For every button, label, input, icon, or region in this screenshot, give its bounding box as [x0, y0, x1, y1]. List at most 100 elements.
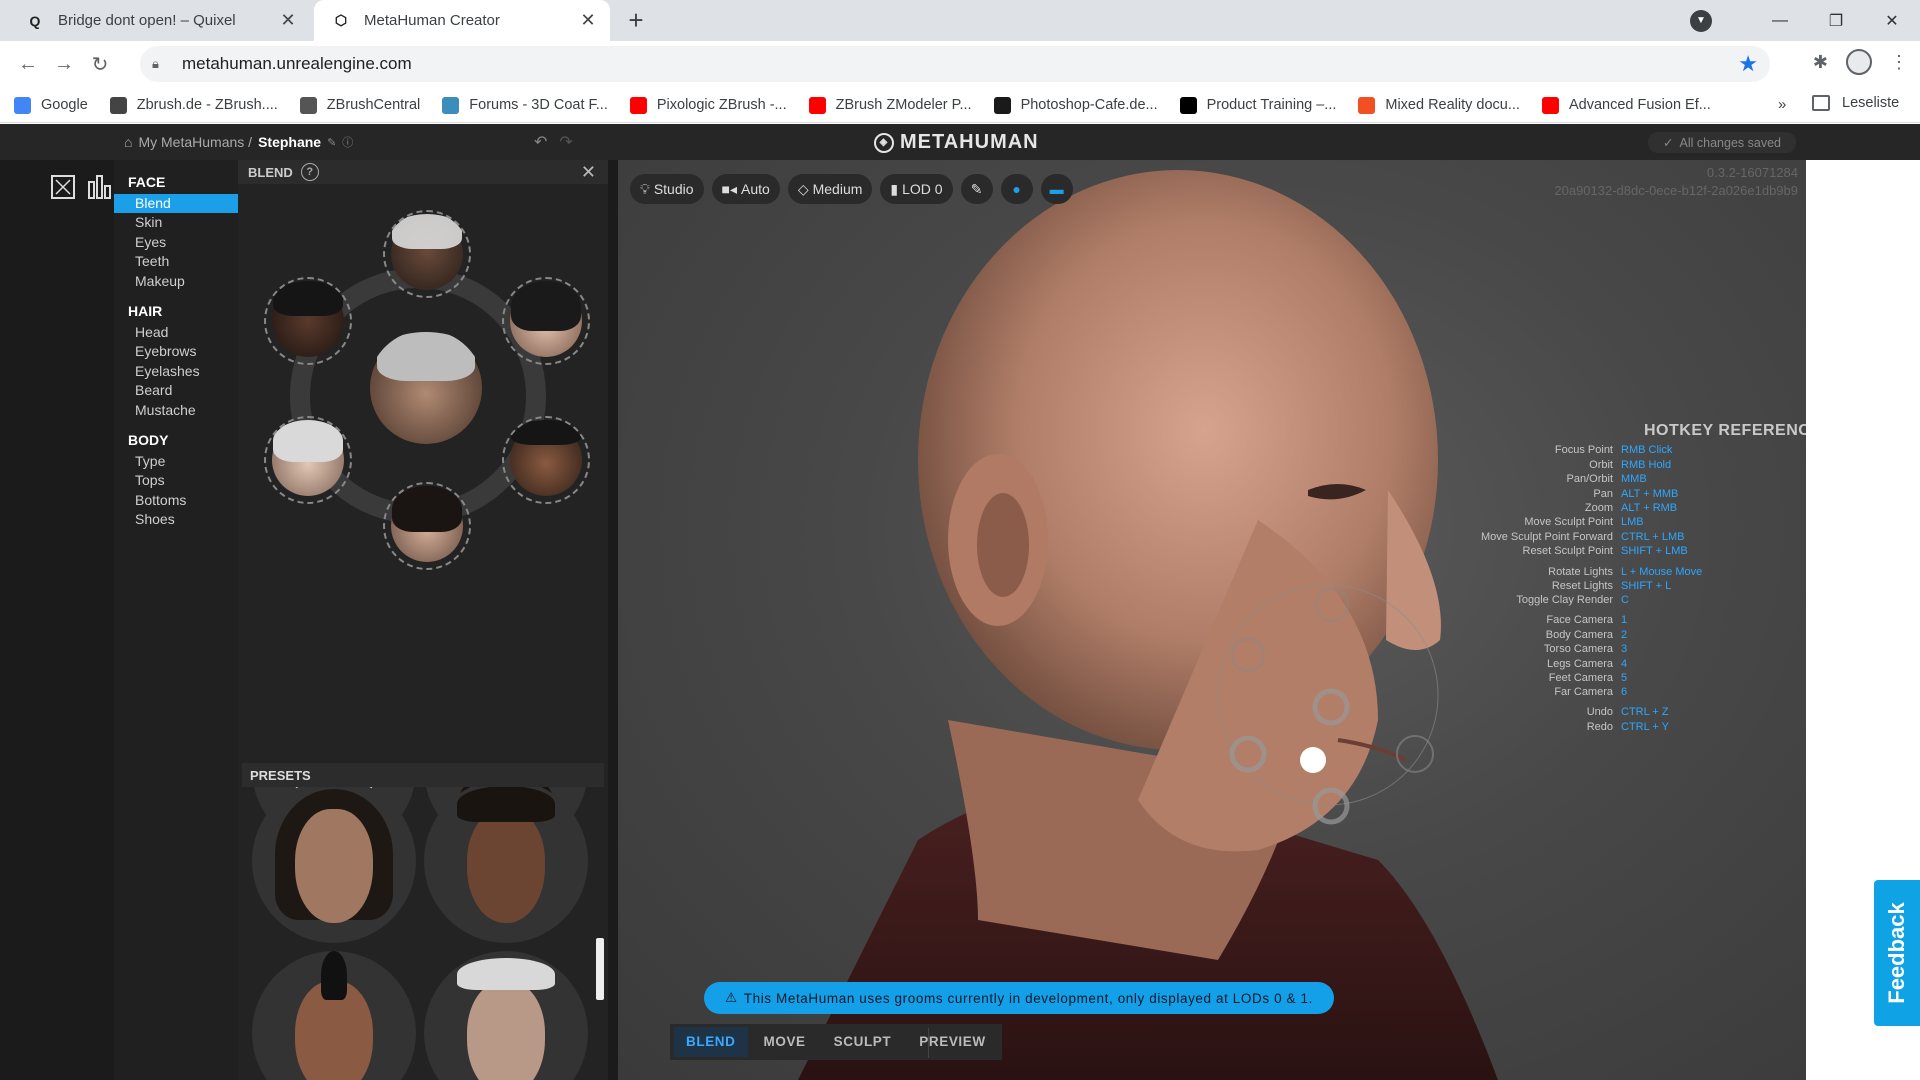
- extensions-icon[interactable]: ✱: [1813, 52, 1828, 73]
- mode-tab-sculpt[interactable]: SCULPT: [822, 1027, 904, 1057]
- nav-item-blend[interactable]: Blend: [114, 194, 238, 214]
- menu-icon[interactable]: ⋮: [1890, 52, 1908, 73]
- quality-button[interactable]: ◇ Medium: [787, 174, 873, 204]
- bookmark-item[interactable]: Advanced Fusion Ef...: [1541, 96, 1711, 114]
- reload-icon[interactable]: ↻: [82, 52, 118, 77]
- undo-icon[interactable]: ↶: [534, 132, 547, 152]
- hotkey-action: Feet Camera: [1548, 672, 1613, 684]
- mode-divider: [928, 1028, 929, 1058]
- fullscreen-icon[interactable]: [50, 174, 76, 200]
- preset-portrait[interactable]: [252, 787, 416, 943]
- bookmark-item[interactable]: Mixed Reality docu...: [1358, 96, 1520, 114]
- nav-item-bottoms[interactable]: Bottoms: [114, 491, 238, 510]
- back-icon[interactable]: ←: [10, 53, 46, 76]
- mode-tab-blend[interactable]: BLEND: [674, 1027, 748, 1057]
- bookmark-item[interactable]: Photoshop-Cafe.de...: [993, 96, 1158, 114]
- save-status-text: All changes saved: [1679, 135, 1781, 150]
- nav-item-head[interactable]: Head: [114, 323, 238, 342]
- redo-icon[interactable]: ↷: [559, 132, 572, 152]
- nav-item-skin[interactable]: Skin: [114, 213, 238, 232]
- new-tab-button[interactable]: +: [622, 6, 650, 34]
- clay-render-button[interactable]: ●: [1000, 174, 1033, 204]
- background-button[interactable]: ▬: [1040, 174, 1073, 204]
- help-icon[interactable]: ?: [300, 163, 319, 181]
- tab-search-icon[interactable]: ▼: [1690, 9, 1712, 32]
- blend-face-upper-left[interactable]: [264, 277, 352, 365]
- tab-title: MetaHuman Creator: [364, 12, 500, 29]
- restore-button[interactable]: ❐: [1808, 11, 1864, 31]
- stats-icon[interactable]: [86, 174, 112, 200]
- info-icon[interactable]: ⓘ: [342, 134, 353, 150]
- hotkey-binding: SHIFT + L: [1621, 580, 1672, 592]
- hotkey-row: Reset Sculpt Point SHIFT + LMB: [1332, 545, 1806, 559]
- groom-warning-banner: ⚠ This MetaHuman uses grooms currently i…: [704, 982, 1334, 1014]
- youtube-icon: [1541, 96, 1559, 114]
- bookmark-item[interactable]: Google: [14, 96, 88, 114]
- camera-mode-button[interactable]: ■◂ Auto: [711, 174, 780, 204]
- nav-item-teeth[interactable]: Teeth: [114, 252, 238, 271]
- nav-item-makeup[interactable]: Makeup: [114, 272, 238, 291]
- breadcrumb-root[interactable]: My MetaHumans /: [138, 134, 252, 150]
- bookmark-item[interactable]: Zbrush.de - ZBrush....: [109, 96, 278, 114]
- blend-face-top[interactable]: [383, 210, 471, 298]
- edit-name-icon[interactable]: ✎: [327, 136, 336, 149]
- mode-tab-preview[interactable]: PREVIEW: [907, 1027, 997, 1057]
- minimize-button[interactable]: —: [1752, 12, 1808, 30]
- youtube-icon: [629, 96, 647, 114]
- camera-icon: ■◂: [721, 180, 737, 197]
- 3d-viewport[interactable]: 💡︎ Studio ■◂ Auto ◇ Medium ▮ LOD 0 ✎ ● ▬: [618, 160, 1806, 1080]
- hotkey-binding: 2: [1621, 629, 1628, 641]
- forward-icon[interactable]: →: [46, 53, 82, 76]
- nav-item-tops[interactable]: Tops: [114, 471, 238, 490]
- blend-face-lower-left[interactable]: [264, 416, 352, 504]
- close-tab-icon[interactable]: ✕: [274, 10, 302, 31]
- mode-tab-move[interactable]: MOVE: [752, 1027, 818, 1057]
- reading-list-button[interactable]: Leseliste: [1812, 95, 1899, 111]
- bookmark-item[interactable]: ZBrushCentral: [299, 96, 420, 114]
- check-circle-icon: ✓: [1663, 136, 1674, 150]
- blend-face-center[interactable]: [368, 330, 484, 446]
- lod-button[interactable]: ▮ LOD 0: [880, 174, 953, 204]
- bookmark-item[interactable]: Forums - 3D Coat F...: [442, 96, 608, 114]
- nav-item-eyelashes[interactable]: Eyelashes: [114, 362, 238, 381]
- address-bar[interactable]: 🔒︎ metahuman.unrealengine.com ★: [140, 46, 1770, 82]
- close-panel-icon[interactable]: ✕: [581, 162, 596, 183]
- tab-quixel[interactable]: Q Bridge dont open! – Quixel ✕: [8, 0, 310, 41]
- feedback-button[interactable]: Feedback: [1874, 880, 1920, 1026]
- nav-group-hair: HAIR: [128, 302, 163, 319]
- url-text[interactable]: metahuman.unrealengine.com: [182, 54, 1738, 74]
- nav-item-eyebrows[interactable]: Eyebrows: [114, 342, 238, 361]
- background-icon: ▬: [1049, 181, 1064, 197]
- nav-group-body: BODY: [128, 431, 169, 448]
- bookmark-item[interactable]: Pixologic ZBrush -...: [629, 96, 787, 114]
- lighting-button[interactable]: 💡︎ Studio: [630, 174, 704, 204]
- bookmarks-overflow-button[interactable]: »: [1778, 96, 1786, 113]
- profile-avatar[interactable]: [1846, 49, 1872, 75]
- home-icon[interactable]: ⌂: [124, 134, 132, 150]
- preset-portrait[interactable]: [252, 951, 416, 1080]
- hotkey-binding: ALT + MMB: [1621, 488, 1679, 500]
- bookmark-star-icon[interactable]: ★: [1738, 51, 1758, 77]
- hotkey-action: Body Camera: [1545, 629, 1613, 641]
- tab-metahuman[interactable]: ⬡ MetaHuman Creator ✕: [314, 0, 610, 41]
- preset-portrait[interactable]: [424, 787, 588, 943]
- blend-face-lower-right[interactable]: [502, 416, 590, 504]
- bookmark-label: Zbrush.de - ZBrush....: [136, 97, 278, 113]
- close-tab-icon[interactable]: ✕: [574, 10, 602, 31]
- blend-face-bottom[interactable]: [383, 482, 471, 570]
- blend-face-upper-right[interactable]: [502, 277, 590, 365]
- bookmark-item[interactable]: ZBrush ZModeler P...: [808, 96, 972, 114]
- save-status: ✓ All changes saved: [1648, 132, 1796, 153]
- nav-item-type[interactable]: Type: [114, 452, 238, 471]
- nav-item-beard[interactable]: Beard: [114, 381, 238, 400]
- nav-item-mustache[interactable]: Mustache: [114, 401, 238, 420]
- bookmark-item[interactable]: Product Training –...: [1179, 96, 1336, 114]
- sculpt-tool-button[interactable]: ✎: [960, 174, 993, 204]
- hotkey-action: Focus Point: [1554, 444, 1613, 456]
- quixel-icon: Q: [29, 12, 41, 29]
- preset-portrait[interactable]: [424, 951, 588, 1080]
- presets-scrollbar[interactable]: [596, 938, 604, 1000]
- nav-item-shoes[interactable]: Shoes: [114, 510, 238, 529]
- nav-item-eyes[interactable]: Eyes: [114, 233, 238, 252]
- close-window-button[interactable]: ✕: [1864, 11, 1920, 31]
